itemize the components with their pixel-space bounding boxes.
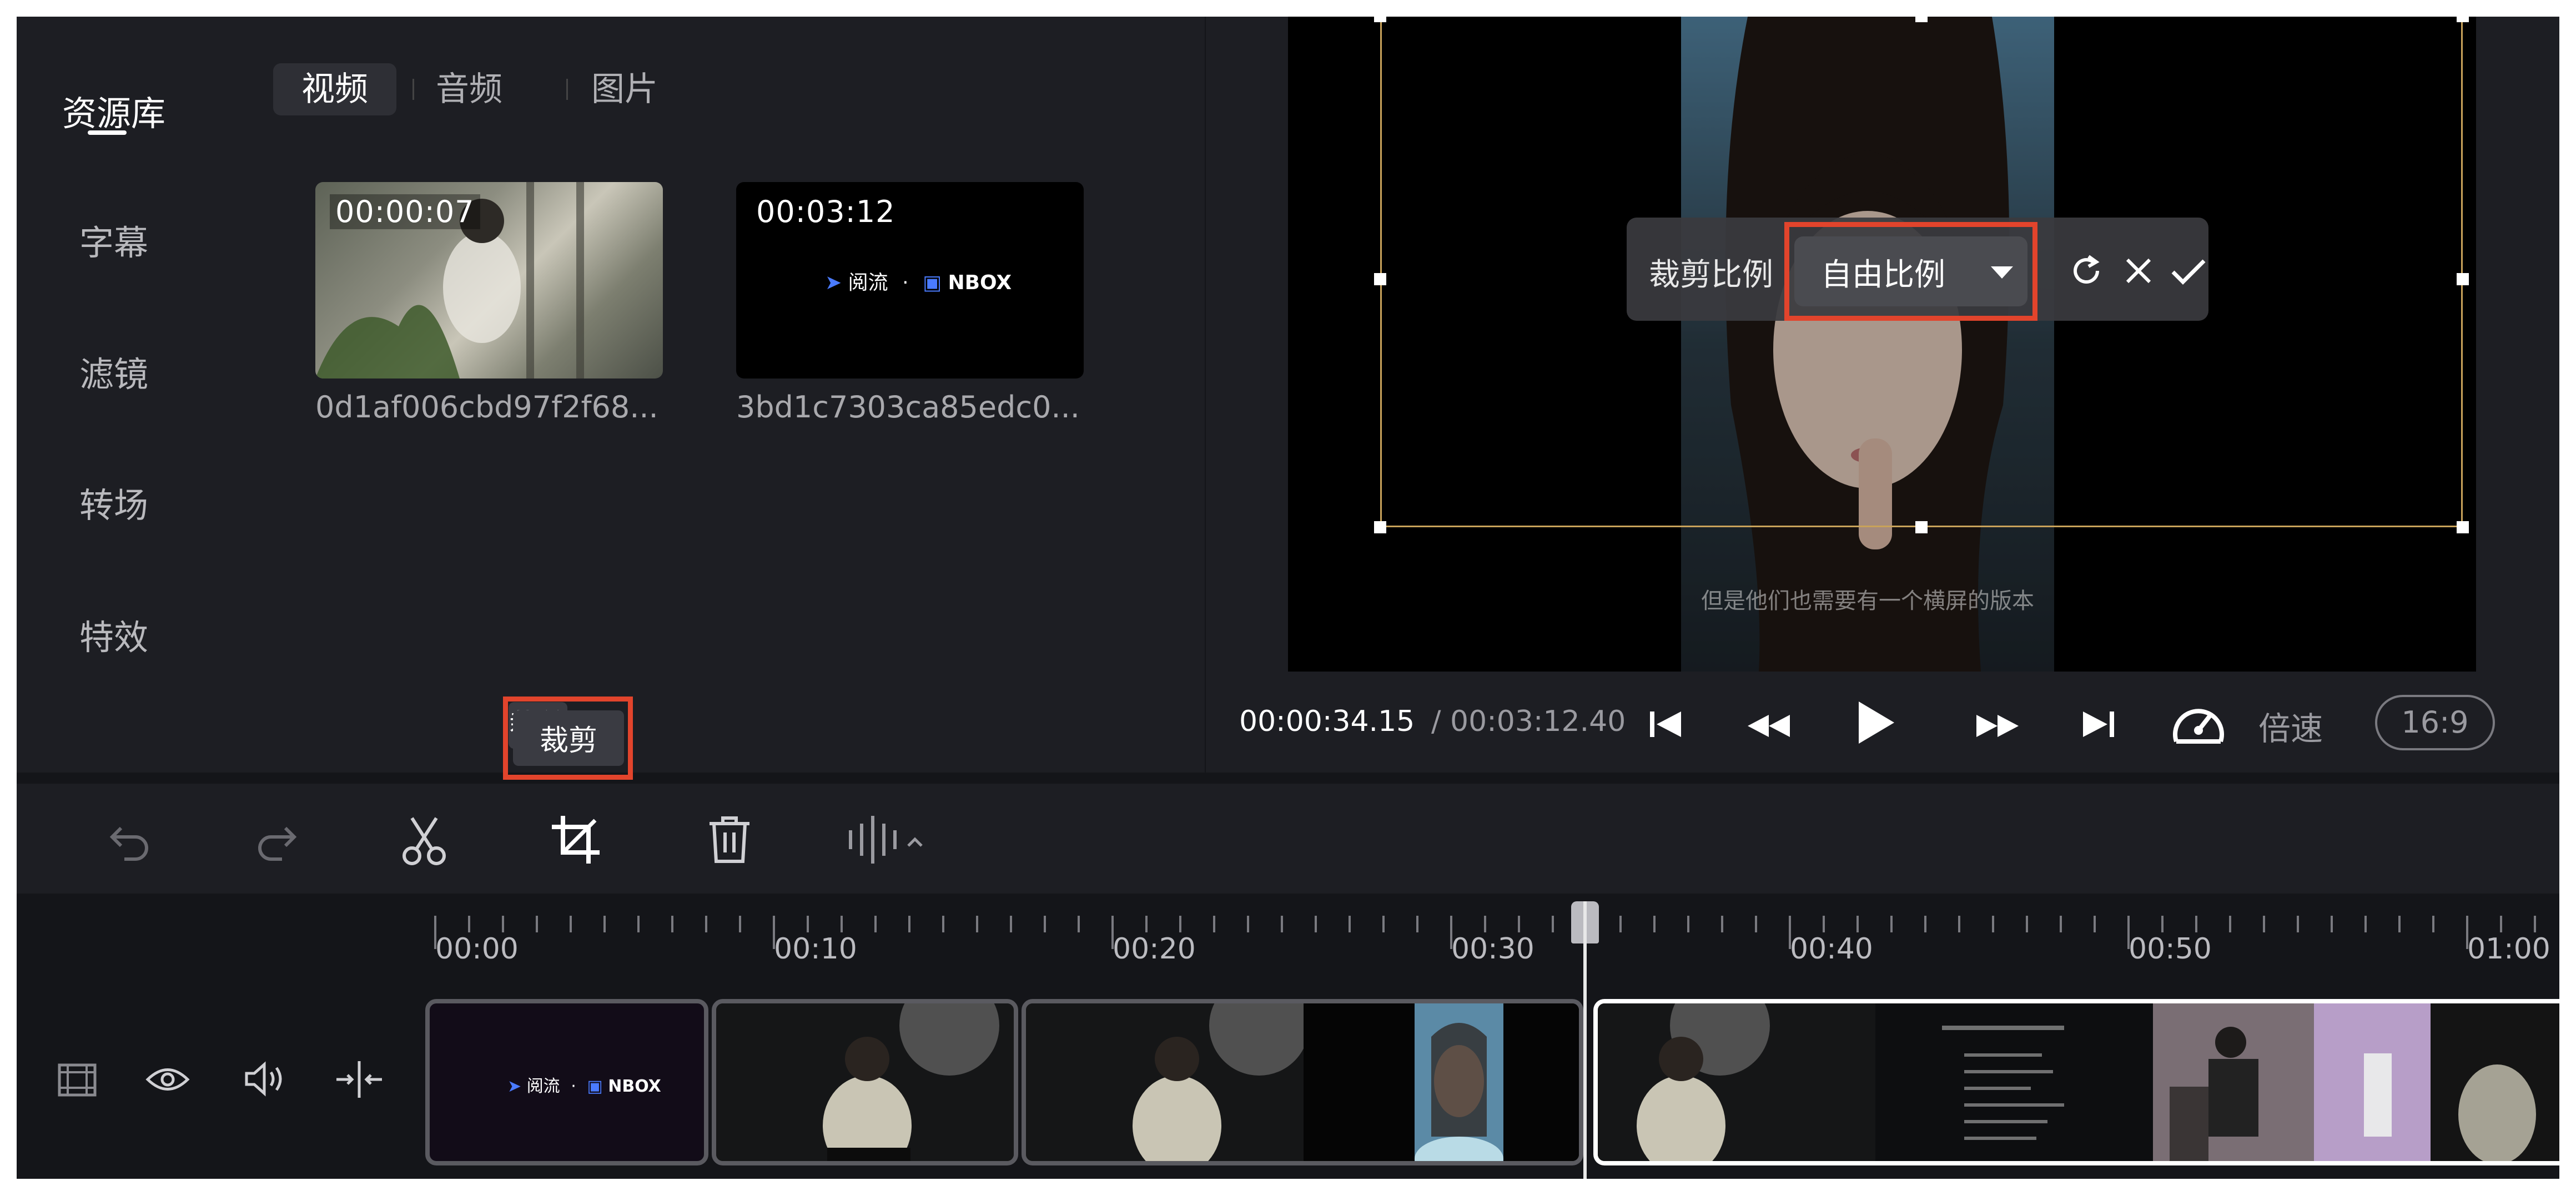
logo-text: NBOX (948, 271, 1012, 294)
tab-audio[interactable]: 音频 (427, 63, 511, 115)
crop-handle[interactable] (1915, 521, 1928, 533)
tick-label: 00:30 (1451, 932, 1534, 966)
split-icon[interactable] (334, 1061, 384, 1098)
tick-label: 00:20 (1113, 932, 1196, 966)
crop-handle[interactable] (1915, 17, 1928, 22)
crop-handle[interactable] (2457, 521, 2469, 533)
tab-video[interactable]: 视频 (273, 63, 396, 115)
media-thumbnail[interactable]: 00:00:07 (315, 182, 663, 379)
tick-label: 00:00 (435, 932, 519, 966)
logo-text: NBOX (608, 1077, 661, 1096)
logo-text: 阅流 (526, 1077, 560, 1096)
thumbnail-duration: 00:03:12 (756, 194, 895, 229)
sidebar-item-transitions[interactable]: 转场 (17, 477, 211, 527)
logo-n-icon: ▣ (587, 1077, 603, 1096)
skip-to-start-icon[interactable] (1649, 710, 1682, 738)
crop-icon[interactable] (551, 815, 601, 865)
logo-separator: · (571, 1077, 576, 1096)
clip-frame (716, 1003, 1014, 1161)
close-icon[interactable] (2124, 256, 2153, 285)
crop-handle[interactable] (1374, 273, 1386, 285)
clip-frame (1026, 1003, 1579, 1161)
thumbnail-duration: 00:00:07 (330, 194, 480, 229)
audio-wave-icon[interactable] (847, 815, 930, 865)
crop-handle[interactable] (2457, 17, 2469, 22)
media-filename: 0d1af006cbd97f2f68... (315, 390, 658, 425)
trash-icon[interactable] (708, 816, 751, 864)
playhead-line[interactable] (1583, 901, 1587, 1179)
tick-label: 00:10 (774, 932, 857, 966)
clip-frame (1598, 1003, 2559, 1161)
redo-icon[interactable] (258, 820, 297, 861)
tick-label: 01:00 (2467, 932, 2550, 966)
crop-tooltip-label: 裁剪 (539, 724, 597, 758)
tab-divider (566, 79, 568, 100)
eye-icon[interactable] (145, 1066, 190, 1093)
timeline-clip[interactable]: ➤ 阅流 · ▣ NBOX (425, 999, 708, 1165)
aspect-ratio-button[interactable]: 16:9 (2375, 695, 2495, 750)
undo-icon[interactable] (109, 820, 149, 861)
timeline-clip-selected[interactable] (1593, 999, 2559, 1165)
speedometer-icon[interactable] (2171, 697, 2226, 750)
total-time: / 00:03:12.40 (1431, 705, 1626, 738)
clip-logo: ➤ 阅流 · ▣ NBOX (507, 1072, 661, 1097)
crop-handle[interactable] (2457, 273, 2469, 285)
thumbnail-logo: ➤ 阅流 · ▣ NBOX (825, 266, 1012, 295)
scissors-icon[interactable] (402, 816, 446, 866)
sidebar-item-filters[interactable]: 滤镜 (17, 346, 211, 396)
media-thumbnail[interactable]: 00:03:12 ➤ 阅流 · ▣ NBOX (736, 182, 1084, 379)
tick-label: 00:40 (1790, 932, 1873, 966)
sidebar-item-subtitles[interactable]: 字幕 (17, 215, 211, 265)
rewind-icon[interactable] (1748, 715, 1790, 737)
current-time: 00:00:34.15 (1239, 705, 1415, 738)
film-icon[interactable] (58, 1063, 97, 1097)
reset-icon[interactable] (2071, 254, 2104, 287)
video-editor: 资源库 字幕 滤镜 转场 特效 视频 音频 图片 00:00:07 0d1af0… (17, 17, 2559, 1179)
video-subtitle: 但是他们也需要有一个横屏的版本 (1701, 588, 2034, 614)
tick-label: 00:50 (2129, 932, 2212, 966)
logo-n-icon: ▣ (923, 271, 942, 294)
check-icon[interactable] (2171, 258, 2206, 285)
crop-ratio-label: 裁剪比例 (1649, 257, 1773, 293)
sidebar-item-library[interactable]: 资源库 (17, 85, 211, 135)
logo-text: 阅流 (848, 271, 888, 294)
tab-divider (412, 79, 414, 100)
logo-separator: · (902, 271, 909, 294)
fast-forward-icon[interactable] (1976, 715, 2019, 737)
crop-handle[interactable] (1374, 17, 1386, 22)
sidebar: 资源库 字幕 滤镜 转场 特效 (17, 17, 211, 773)
media-filename: 3bd1c7303ca85edc0... (736, 390, 1080, 425)
logo-mark-icon: ➤ (825, 271, 842, 294)
play-icon[interactable] (1859, 702, 1894, 744)
sidebar-active-indicator (88, 130, 127, 135)
timeline-clip[interactable] (1022, 999, 1583, 1165)
volume-icon[interactable] (244, 1061, 286, 1097)
speed-button[interactable]: 倍速 (2258, 703, 2323, 749)
timeline-clip[interactable] (712, 999, 1018, 1165)
crop-handle[interactable] (1374, 521, 1386, 533)
tab-images[interactable]: 图片 (583, 63, 666, 115)
edit-toolbar (17, 784, 2559, 894)
sidebar-item-effects[interactable]: 特效 (17, 609, 211, 659)
logo-mark-icon: ➤ (507, 1077, 522, 1096)
highlight-box (1784, 222, 2037, 321)
skip-to-end-icon[interactable] (2082, 710, 2115, 738)
